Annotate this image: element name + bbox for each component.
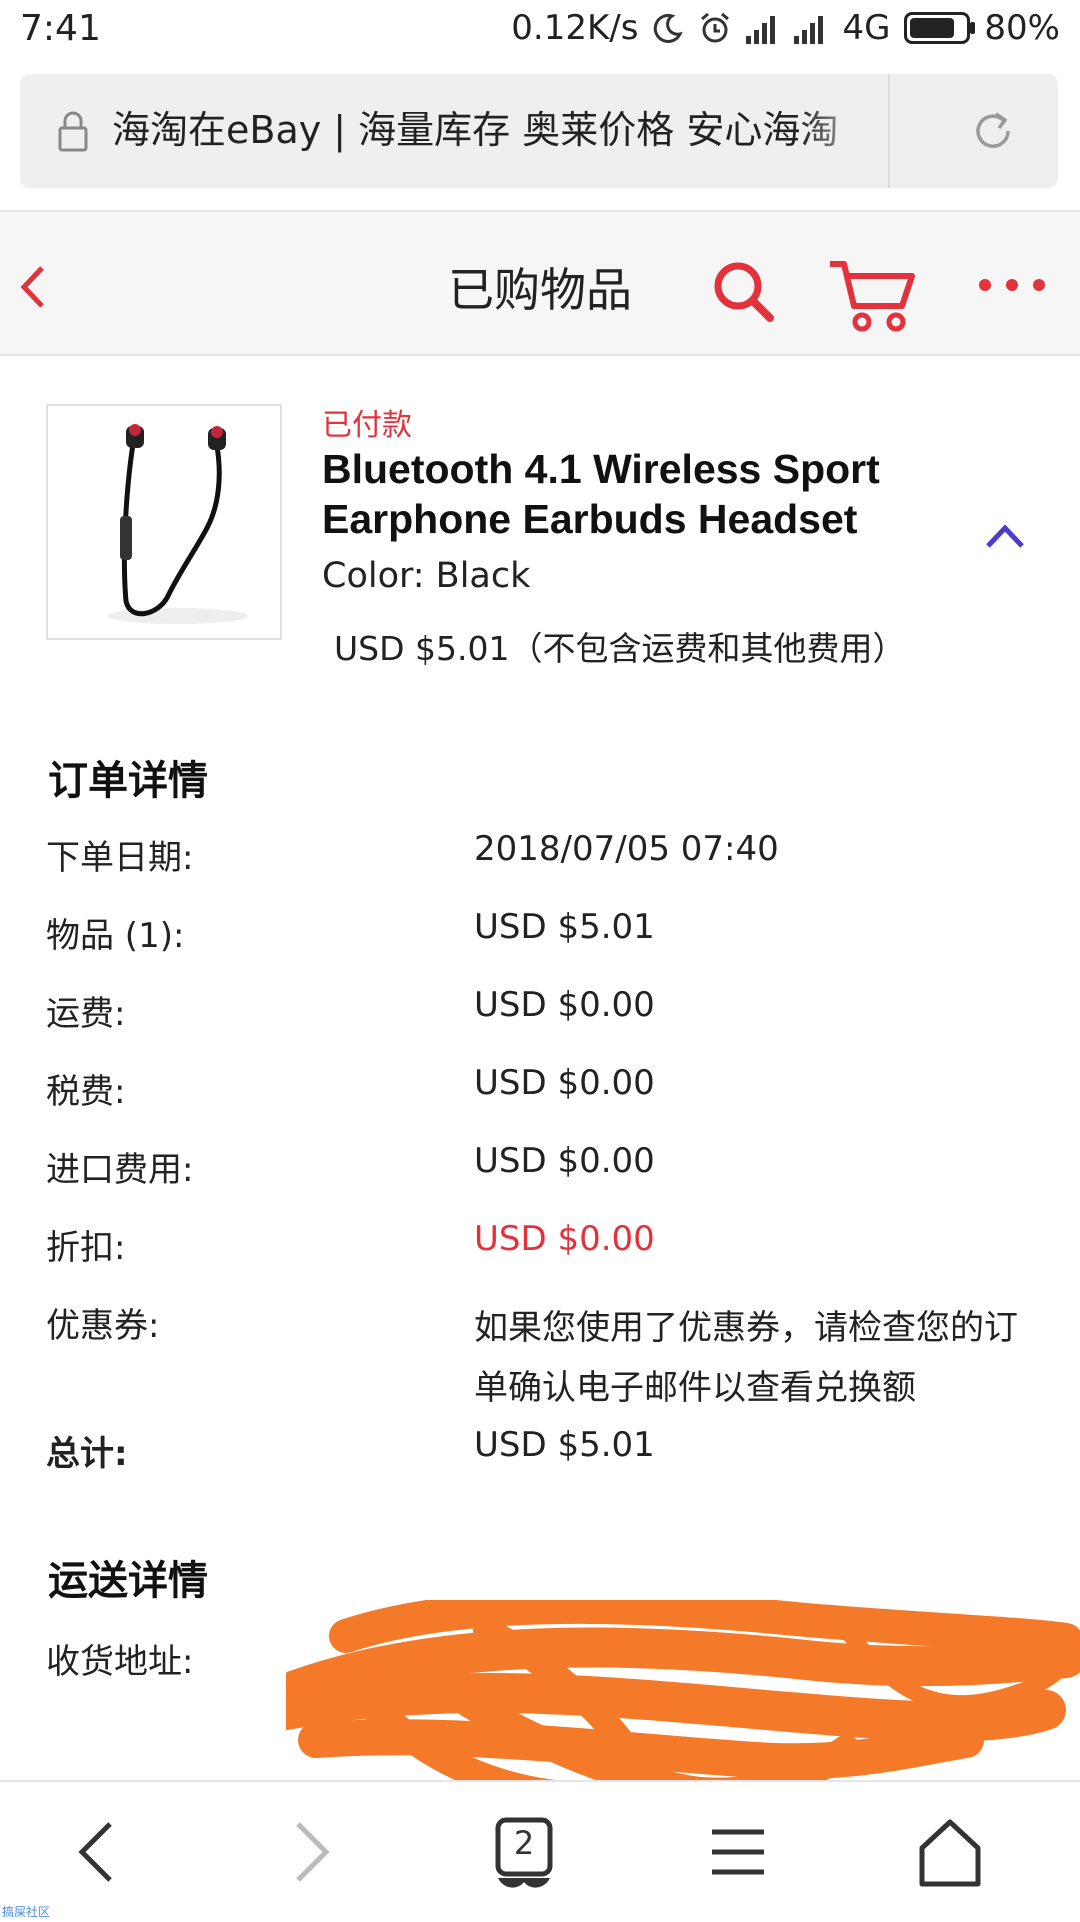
tab-count: 2 — [513, 1824, 535, 1862]
address-divider — [888, 74, 890, 188]
tax-value: USD $0.00 — [474, 1063, 655, 1103]
home-icon[interactable] — [910, 1812, 990, 1892]
page-title-url[interactable]: 海淘在eBay | 海量库存 奥莱价格 安心海淘 — [112, 102, 872, 158]
moon-icon — [654, 13, 684, 43]
tabs-button[interactable]: 2 — [484, 1812, 564, 1892]
search-icon[interactable] — [712, 260, 774, 322]
order-date-value: 2018/07/05 07:40 — [474, 829, 779, 869]
signal-icon — [746, 12, 780, 44]
tax-label: 税费: — [46, 1072, 126, 1112]
watermark: 搞屎社区 — [2, 1905, 51, 1919]
network-type: 4G — [842, 8, 891, 48]
coupon-label: 优惠券: — [46, 1306, 160, 1346]
address-label: 收货地址: — [46, 1642, 194, 1682]
reload-icon[interactable] — [970, 108, 1016, 154]
product-thumbnail[interactable] — [46, 404, 282, 640]
nav-back-icon[interactable] — [58, 1812, 138, 1892]
order-details-heading: 订单详情 — [48, 758, 208, 804]
shipping-details-heading: 运送详情 — [48, 1558, 208, 1604]
bottom-navigation: 2 搞屎社区 — [0, 1780, 1080, 1922]
total-label: 总计: — [46, 1434, 128, 1474]
more-icon[interactable] — [978, 278, 1046, 292]
payment-status: 已付款 — [322, 408, 412, 443]
battery-level: 80% — [984, 8, 1060, 48]
status-bar: 7:41 0.12K/s 4G 80% — [0, 0, 1080, 64]
lock-icon — [58, 111, 88, 152]
shipping-fee-value: USD $0.00 — [474, 985, 655, 1025]
earphones-image — [108, 424, 248, 624]
status-icons: 0.12K/s 4G 80% — [511, 8, 1060, 48]
app-header: 已购物品 — [0, 210, 1080, 356]
redaction-scribble — [286, 1600, 1080, 1810]
product-title[interactable]: Bluetooth 4.1 Wireless Sport Earphone Ea… — [322, 444, 962, 544]
coupon-value: 如果您使用了优惠券，请检查您的订单确认电子邮件以查看兑换额 — [474, 1308, 1018, 1408]
items-value: USD $5.01 — [474, 907, 655, 947]
shipping-fee-label: 运费: — [46, 994, 126, 1034]
order-date-label: 下单日期: — [46, 838, 194, 878]
product-price: USD $5.01（不包含运费和其他费用） — [334, 629, 906, 668]
nav-forward-icon[interactable] — [270, 1812, 350, 1892]
page-title: 已购物品 — [448, 263, 632, 317]
discount-value: USD $0.00 — [474, 1219, 655, 1259]
url-fade — [800, 94, 880, 168]
net-speed: 0.12K/s — [511, 8, 639, 48]
import-fee-label: 进口费用: — [46, 1150, 194, 1190]
import-fee-value: USD $0.00 — [474, 1141, 655, 1181]
address-bar[interactable]: 海淘在eBay | 海量库存 奥莱价格 安心海淘 — [20, 74, 1058, 188]
signal-icon-2 — [794, 12, 828, 44]
product-color: Color: Black — [322, 556, 531, 596]
alarm-icon — [701, 12, 730, 43]
items-label: 物品 (1): — [46, 916, 185, 956]
discount-label: 折扣: — [46, 1228, 126, 1268]
total-value: USD $5.01 — [474, 1425, 655, 1465]
menu-icon[interactable] — [698, 1812, 778, 1892]
cart-icon[interactable] — [828, 258, 916, 332]
battery-icon — [904, 12, 976, 44]
status-time: 7:41 — [20, 8, 101, 49]
chevron-up-icon[interactable] — [984, 520, 1026, 550]
